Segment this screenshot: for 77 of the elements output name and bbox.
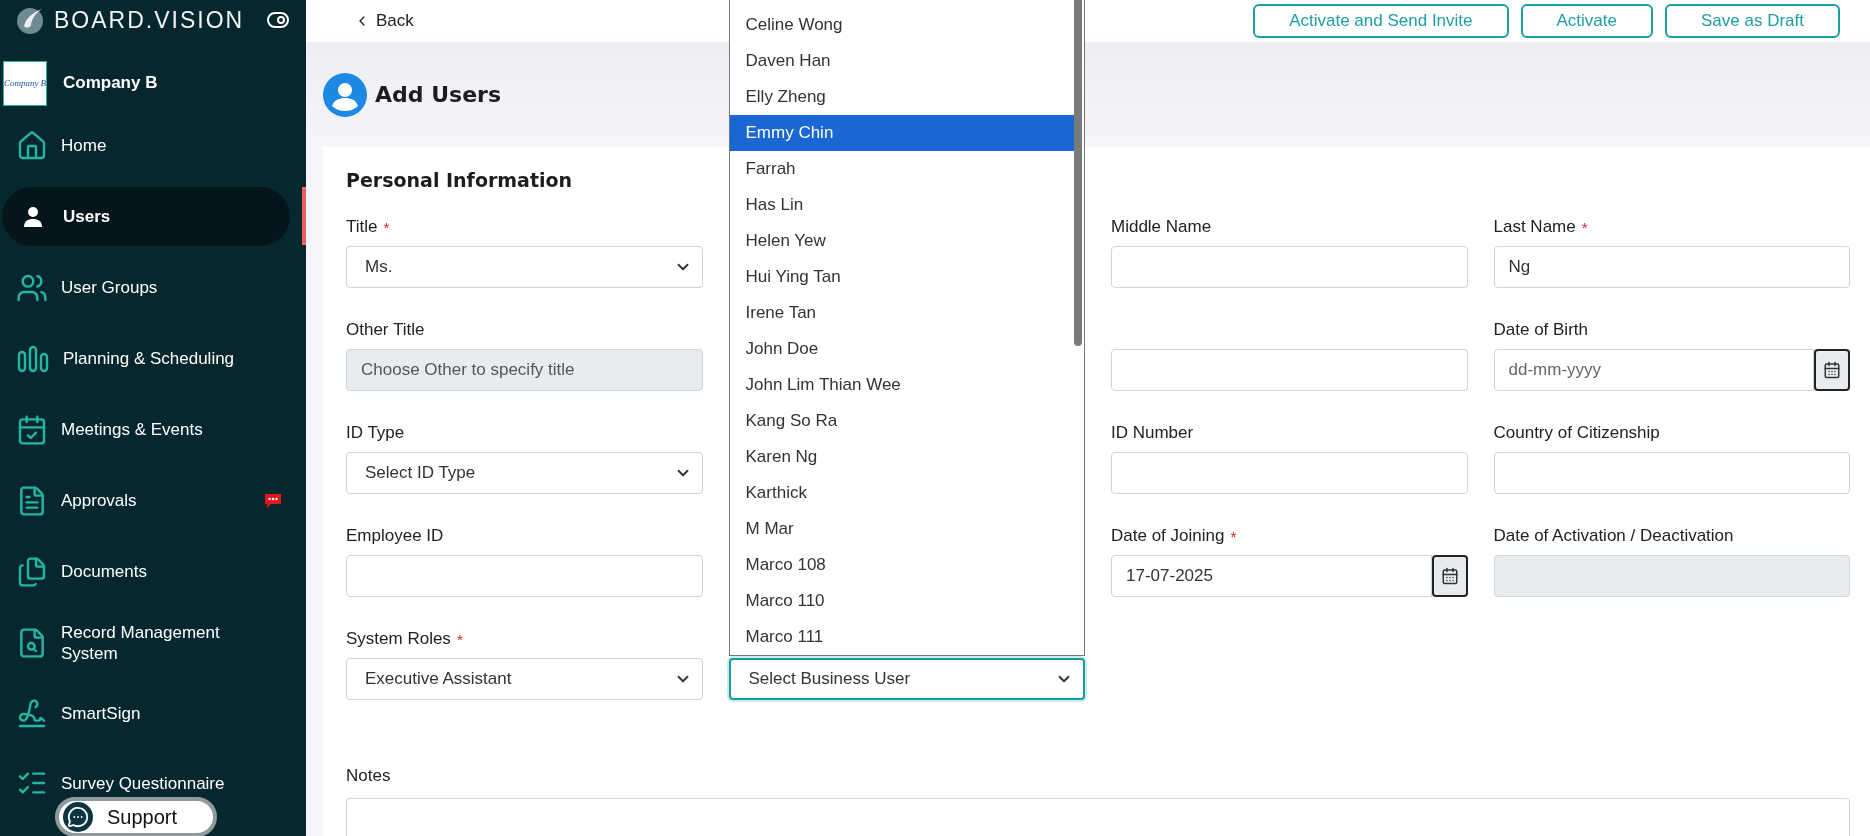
required-mark: * (1230, 527, 1237, 545)
field-label: Last Name (1493, 217, 1576, 237)
company-logo: Company B (3, 60, 47, 106)
dropdown-option[interactable]: Marco 108 (729, 547, 1074, 583)
field-label: Other Title (346, 320, 425, 340)
calendar-check-icon (16, 413, 48, 446)
brand-name: BOARD.VISION (54, 6, 246, 34)
nav-item[interactable]: Users (2, 187, 290, 246)
field-label: Title (346, 217, 378, 237)
home-icon (16, 129, 48, 162)
input-field[interactable] (1111, 246, 1468, 288)
calendar-icon (1440, 567, 1459, 585)
calendar-icon (1823, 361, 1841, 379)
dropdown-option[interactable]: Marco 110 (729, 583, 1074, 619)
dropdown-option[interactable]: Daven Han (729, 43, 1074, 79)
nav-item[interactable]: Approvals (2, 471, 290, 530)
chat-icon (67, 806, 89, 828)
required-mark: * (1581, 218, 1588, 236)
nav-item[interactable]: Documents (2, 542, 290, 601)
field-label: Employee ID (346, 526, 444, 546)
input-field[interactable] (1111, 349, 1468, 391)
company-name: Company B (63, 73, 158, 93)
dropdown-option[interactable]: Irene Tan (729, 295, 1074, 331)
field-label: Date of Joining (1111, 526, 1225, 546)
dropdown-option[interactable]: Karen Ng (729, 439, 1074, 475)
scroll-thumb[interactable] (1074, 0, 1082, 346)
scrollbar-thumb[interactable] (302, 187, 306, 245)
dropdown-option[interactable]: Farrah (729, 151, 1074, 187)
dropdown-option[interactable]: Emmy Chin (729, 115, 1074, 151)
nav-item[interactable]: SmartSign (2, 684, 290, 743)
dropdown-option[interactable]: Karthick (729, 475, 1074, 511)
field-label: ID Type (346, 423, 405, 443)
select-field[interactable]: Select Business User (728, 658, 1085, 700)
user-avatar-icon (323, 72, 367, 117)
select-field[interactable]: Ms. (346, 246, 703, 288)
dropdown-option[interactable]: John Lim Thian Wee (729, 367, 1074, 403)
nav-item[interactable]: Meetings & Events (2, 400, 290, 459)
date-field[interactable]: dd-mm-yyyy (1493, 349, 1814, 391)
support-button[interactable]: Support (55, 797, 217, 836)
dropdown-option[interactable]: Has Lin (729, 187, 1074, 223)
input-field[interactable]: Ng (1493, 246, 1850, 288)
calendar-button[interactable] (1814, 349, 1850, 391)
calendar-button[interactable] (1431, 555, 1468, 597)
dropdown-option[interactable]: Marco 111 (729, 619, 1074, 655)
nav-item[interactable]: User Groups (2, 258, 290, 317)
dropdown-option[interactable]: John Doe (729, 331, 1074, 367)
field-label: ID Number (1111, 423, 1194, 443)
nav-item[interactable]: Home (2, 116, 290, 175)
dropdown-option[interactable]: M Mar (729, 511, 1074, 547)
bar-chart-icon (16, 343, 50, 374)
field-label: Date of Birth (1493, 320, 1588, 340)
field-label: Date of Activation / Deactivation (1493, 526, 1734, 546)
field-label: Notes (346, 766, 392, 786)
required-mark: * (456, 630, 463, 648)
nav-item[interactable]: Record Management System (2, 613, 290, 672)
input-field[interactable] (346, 555, 703, 597)
input-field[interactable] (1111, 452, 1468, 494)
documents-icon (16, 555, 48, 588)
required-mark: * (383, 218, 390, 236)
field-label: Middle Name (1111, 217, 1212, 237)
date-field[interactable]: 17-07-2025 (1111, 555, 1432, 597)
page-title: Add Users (375, 82, 501, 107)
dropdown-option[interactable]: Kang So Ra (729, 403, 1074, 439)
select-field[interactable]: Executive Assistant (346, 658, 703, 700)
dropdown-option[interactable]: Celine Wong (729, 7, 1074, 43)
nav-item[interactable]: Survey Questionnaire (2, 767, 290, 799)
section-title: Personal Information (346, 169, 573, 191)
field-label: System Roles (346, 629, 451, 649)
dropdown-option[interactable]: Helen Yew (729, 223, 1074, 259)
input-field[interactable] (1493, 452, 1850, 494)
dropdown-option[interactable]: Hui Ying Tan (729, 259, 1074, 295)
signature-icon (16, 697, 48, 730)
field-label: Country of Citizenship (1493, 423, 1660, 443)
nav-item[interactable]: Planning & Scheduling (2, 329, 290, 388)
dropdown-option[interactable]: Elly Zheng (729, 79, 1074, 115)
back-link[interactable]: Back (354, 11, 414, 31)
select-field[interactable]: Select ID Type (346, 452, 703, 494)
